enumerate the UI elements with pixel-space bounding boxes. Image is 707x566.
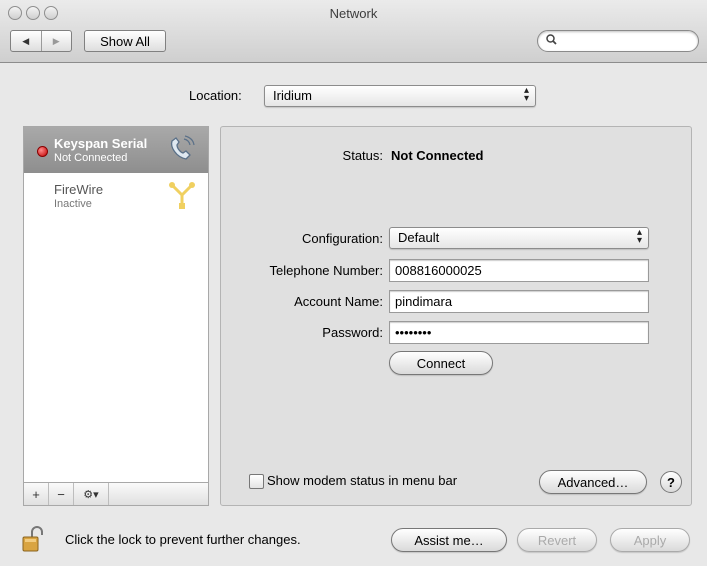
popup-arrows-icon: ▴ ▾ — [523, 85, 529, 104]
forward-button[interactable]: ▶ — [40, 31, 72, 51]
account-value: pindimara — [395, 294, 453, 309]
show-all-button[interactable]: Show All — [84, 30, 166, 52]
assist-me-button[interactable]: Assist me… — [391, 528, 507, 552]
service-status: Not Connected — [54, 152, 128, 164]
service-status: Inactive — [54, 198, 92, 210]
service-detail-panel — [220, 126, 692, 506]
back-button[interactable]: ◀ — [11, 31, 41, 51]
phone-modem-icon — [170, 135, 195, 160]
back-forward-control: ◀ ▶ — [10, 30, 72, 52]
help-button[interactable]: ? — [660, 471, 682, 493]
account-label: Account Name: — [294, 294, 383, 309]
password-field[interactable]: •••••••• — [389, 321, 649, 344]
revert-button[interactable]: Revert — [517, 528, 597, 552]
back-arrow-icon: ◀ — [22, 35, 30, 46]
telephone-label: Telephone Number: — [269, 263, 383, 278]
service-item-firewire[interactable]: FireWire Inactive — [24, 173, 208, 219]
configuration-label: Configuration: — [302, 231, 383, 246]
search-input[interactable] — [537, 30, 699, 52]
account-field[interactable]: pindimara — [389, 290, 649, 313]
apply-button[interactable]: Apply — [610, 528, 690, 552]
service-item-keyspan-serial[interactable]: Keyspan Serial Not Connected — [24, 127, 208, 173]
forward-arrow-icon: ▶ — [52, 35, 60, 46]
status-dot-red — [37, 146, 48, 157]
configuration-popup[interactable]: Default ▴ ▾ — [389, 227, 649, 249]
status-label: Status: — [342, 148, 383, 163]
firewire-icon — [169, 182, 195, 209]
search-icon — [546, 34, 557, 48]
connect-button[interactable]: Connect — [389, 351, 493, 375]
telephone-value: 008816000025 — [395, 263, 482, 278]
window-title: Network — [329, 6, 378, 21]
service-list-controls: + − ⚙▾ — [23, 482, 209, 506]
password-value: •••••••• — [395, 325, 432, 340]
service-list: Keyspan Serial Not Connected FireWire In… — [23, 126, 209, 484]
remove-service-button[interactable]: − — [49, 483, 74, 505]
service-name: FireWire — [54, 182, 104, 197]
service-name: Keyspan Serial — [54, 136, 148, 151]
location-label: Location: — [189, 88, 242, 103]
location-value: Iridium — [273, 88, 313, 103]
show-modem-status-checkbox[interactable] — [249, 474, 264, 489]
action-menu-button[interactable]: ⚙▾ — [74, 483, 109, 505]
configuration-value: Default — [398, 230, 440, 245]
popup-arrows-icon: ▴ ▾ — [636, 227, 642, 246]
password-label: Password: — [322, 325, 383, 340]
unlocked-padlock-icon[interactable] — [22, 526, 44, 552]
advanced-button[interactable]: Advanced… — [539, 470, 647, 494]
telephone-field[interactable]: 008816000025 — [389, 259, 649, 282]
location-popup[interactable]: Iridium ▴ ▾ — [264, 85, 536, 107]
window-titlebar: Network ◀ ▶ Show All — [0, 0, 707, 63]
lock-message: Click the lock to prevent further change… — [65, 532, 301, 547]
status-value: Not Connected — [391, 148, 484, 163]
add-service-button[interactable]: + — [24, 483, 49, 505]
show-modem-status-label: Show modem status in menu bar — [267, 473, 458, 488]
